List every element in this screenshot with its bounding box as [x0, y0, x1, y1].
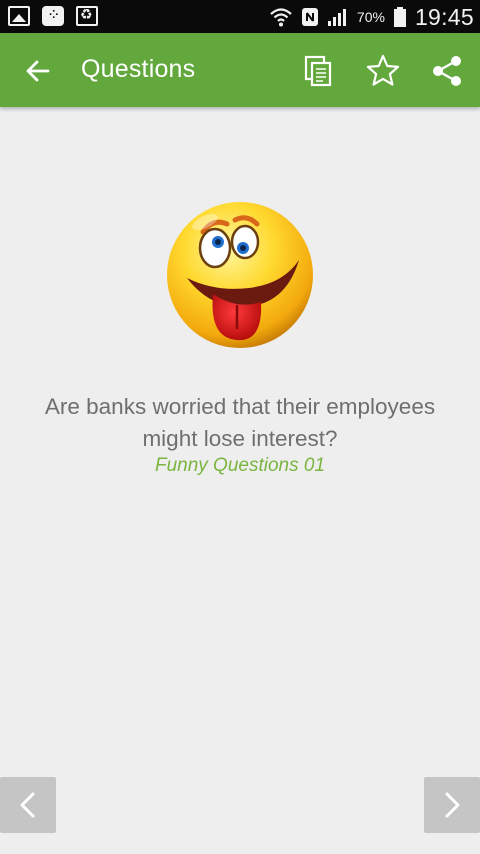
- signal-icon: [327, 7, 349, 27]
- back-button[interactable]: [22, 55, 54, 87]
- wifi-icon: [269, 6, 293, 28]
- bbm-icon: [42, 5, 64, 26]
- question-category: Funny Questions 01: [154, 455, 326, 476]
- star-icon: [366, 54, 400, 86]
- battery-icon: [393, 6, 407, 28]
- chevron-left-icon: [20, 792, 35, 818]
- arrow-left-icon: [26, 60, 50, 82]
- status-notification-icons: [8, 5, 98, 26]
- copy-icon: [304, 55, 332, 87]
- silly-face-emoji-icon: [165, 200, 315, 350]
- status-system-icons: 70% 19:45: [269, 2, 474, 32]
- nfc-icon: [301, 7, 319, 27]
- gallery-icon: [8, 6, 30, 26]
- chevron-right-icon: [445, 792, 460, 818]
- page-title: Questions: [81, 55, 196, 83]
- previous-question-button[interactable]: [0, 777, 56, 833]
- share-button[interactable]: [429, 53, 465, 89]
- battery-percentage: 70%: [356, 9, 385, 25]
- copy-button[interactable]: [301, 53, 337, 89]
- next-question-button[interactable]: [424, 777, 480, 833]
- favorite-button[interactable]: [365, 53, 401, 89]
- clock: 19:45: [414, 3, 474, 30]
- recycle-icon: [76, 6, 98, 26]
- status-bar: 70% 19:45: [0, 0, 480, 33]
- app-bar: Questions: [0, 33, 480, 107]
- share-icon: [433, 56, 461, 86]
- question-text: Are banks worried that their employees m…: [44, 394, 436, 451]
